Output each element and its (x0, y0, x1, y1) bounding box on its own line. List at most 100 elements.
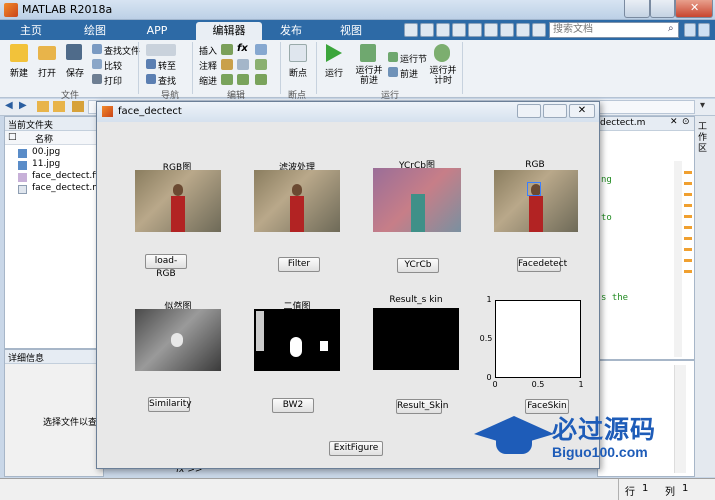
insert-section-icon[interactable] (221, 44, 233, 55)
advance-button[interactable]: 前进 (400, 67, 418, 80)
tab-home[interactable]: 主页 (6, 22, 56, 40)
editor-tab[interactable]: dectect.m ✕ ⊙ (598, 117, 694, 131)
comment-percent-icon[interactable] (221, 59, 233, 70)
exit-figure-button[interactable]: ExitFigure (329, 441, 383, 456)
print-button[interactable]: 打印 (104, 74, 122, 87)
save-quick-icon[interactable] (404, 23, 418, 37)
comment-button[interactable]: 注释 (199, 59, 217, 72)
run-advance-icon (360, 44, 376, 62)
open-button[interactable]: 打开 (32, 66, 62, 79)
breakpoints-button[interactable]: 断点 (284, 66, 312, 79)
find-icon (146, 74, 156, 84)
watermark-url: Biguo100.com (552, 444, 648, 460)
switch-windows-icon[interactable] (500, 23, 514, 37)
workspace-sidebar: 工作区 (695, 116, 715, 477)
new-button[interactable]: 新建 (4, 66, 34, 79)
x-tick-label: 0 (492, 380, 498, 389)
compare-icon (92, 59, 102, 69)
tab-publish[interactable]: 发布 (262, 22, 320, 40)
path-dropdown-icon[interactable]: ▾ (700, 100, 705, 111)
y-tick-label: 1 (486, 295, 492, 304)
forward-arrow-icon[interactable]: ▶ (19, 100, 27, 111)
save-button[interactable]: 保存 (60, 66, 90, 79)
workspace-label[interactable]: 工作区 (698, 122, 710, 155)
close-tab-icon[interactable]: ✕ (670, 117, 678, 127)
increase-indent-icon[interactable] (237, 74, 249, 85)
figure-maximize-button[interactable] (543, 104, 567, 118)
dropdown-quick-icon[interactable] (532, 23, 546, 37)
notification-icon[interactable] (684, 23, 696, 37)
result-skin-button[interactable]: Result_Skin (396, 399, 448, 414)
insert-button[interactable]: 插入 (199, 44, 217, 57)
maximize-button[interactable] (650, 0, 675, 18)
search-documentation-input[interactable]: 搜索文档 (549, 22, 679, 38)
similarity-button[interactable]: Similarity (148, 397, 192, 412)
figure-close-button[interactable]: ✕ (569, 104, 595, 118)
tab-apps[interactable]: APP (128, 22, 186, 40)
ycrcb-image (373, 168, 461, 232)
cut-quick-icon[interactable] (420, 23, 434, 37)
face-shape (292, 184, 302, 196)
details-title: 详细信息 (8, 354, 45, 364)
breakpoints-icon (289, 44, 307, 62)
undo-quick-icon[interactable] (468, 23, 482, 37)
col-value: 1 (682, 483, 689, 494)
redo-quick-icon[interactable] (484, 23, 498, 37)
minimize-button[interactable] (624, 0, 650, 18)
sort-arrow-icon: □ (8, 132, 17, 142)
uncomment-icon[interactable] (237, 59, 249, 70)
browse-folder-icon[interactable] (53, 101, 65, 112)
person-shape (411, 194, 425, 232)
facedetect-button[interactable]: Facedetect (517, 257, 567, 272)
load-rgb-button[interactable]: load-RGB (145, 254, 187, 279)
file-item[interactable]: face_dectect.fig (32, 171, 104, 181)
command-scrollbar[interactable] (674, 365, 686, 473)
editor-scrollbar[interactable] (674, 161, 682, 357)
goto-button[interactable]: 转至 (158, 59, 176, 72)
graduation-cap-logo-icon (474, 412, 554, 456)
bw2-button[interactable]: BW2 (272, 398, 314, 413)
compare-button[interactable]: 比较 (104, 59, 122, 72)
tab-editor[interactable]: 编辑器 (196, 22, 262, 40)
run-and-time-button[interactable]: 运行并 计时 (428, 66, 458, 86)
y-tick-label: 0.5 (479, 334, 493, 343)
insert-icon[interactable] (255, 44, 267, 55)
smart-indent-icon[interactable] (221, 74, 233, 85)
file-item[interactable]: face_dectect.m (32, 183, 101, 193)
close-button[interactable]: ✕ (675, 0, 713, 18)
figure-minimize-button[interactable] (517, 104, 541, 118)
panel-menu-icon[interactable]: ⊙ (682, 117, 690, 127)
run-button[interactable]: 运行 (320, 66, 348, 79)
column-header[interactable]: □ 名称 (5, 131, 103, 145)
column-name[interactable]: 名称 (35, 132, 53, 145)
panel-header: 详细信息 (5, 350, 103, 364)
tab-plots[interactable]: 绘图 (66, 22, 124, 40)
run-section-button[interactable]: 运行节 (400, 52, 427, 65)
paste-quick-icon[interactable] (452, 23, 466, 37)
copy-quick-icon[interactable] (436, 23, 450, 37)
decrease-indent-icon[interactable] (255, 74, 267, 85)
person-shape (529, 196, 543, 232)
ycrcb-button[interactable]: YCrCb (397, 258, 439, 273)
app-title: MATLAB R2018a (22, 3, 113, 16)
back-arrow-icon[interactable]: ◀ (5, 100, 13, 111)
file-item[interactable]: 00.jpg (32, 147, 60, 157)
close-icon: ✕ (690, 1, 700, 14)
wrap-comments-icon[interactable] (255, 59, 267, 70)
path-folder-icon (72, 101, 84, 112)
up-folder-icon[interactable] (37, 101, 49, 112)
x-tick-label: 0.5 (531, 380, 545, 389)
file-item[interactable]: 11.jpg (32, 159, 60, 169)
find-files-button[interactable]: 查找文件 (104, 44, 140, 57)
find-button[interactable]: 查找 (158, 74, 176, 87)
run-advance-button[interactable]: 运行并 前进 (354, 66, 384, 86)
fx-icon[interactable]: fx (237, 43, 248, 54)
result-skin-image (373, 308, 459, 370)
minimize-toolstrip-icon[interactable] (698, 23, 710, 37)
status-bar: fx >> 行 1 列 1 (0, 465, 715, 500)
tab-view[interactable]: 视图 (322, 22, 380, 40)
indent-button[interactable]: 缩进 (199, 74, 217, 87)
help-quick-icon[interactable] (516, 23, 530, 37)
filter-button[interactable]: Filter (278, 257, 320, 272)
figure-title: face_dectect (118, 106, 182, 117)
